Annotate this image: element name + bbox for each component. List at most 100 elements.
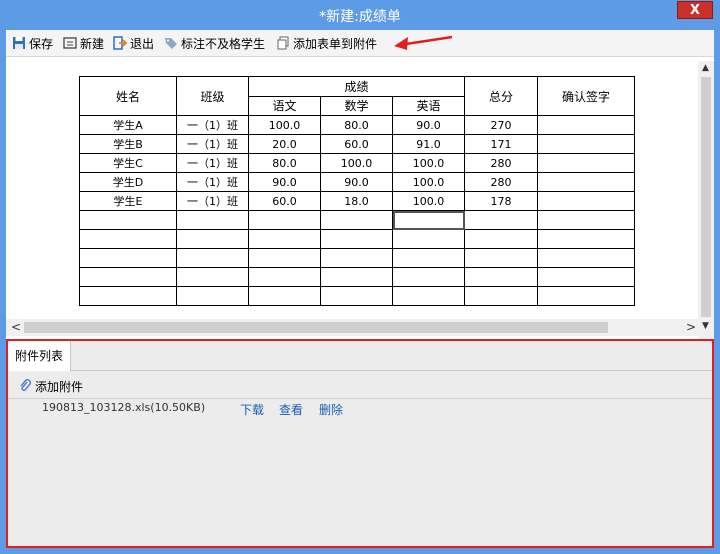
empty-cell[interactable] xyxy=(392,248,465,268)
cell-chinese[interactable]: 20.0 xyxy=(248,134,321,154)
cell-total[interactable]: 280 xyxy=(464,153,538,173)
cell-english[interactable]: 90.0 xyxy=(392,115,465,135)
empty-cell[interactable] xyxy=(464,248,538,268)
cell-sign[interactable] xyxy=(537,134,635,154)
header-name[interactable]: 姓名 xyxy=(79,76,177,116)
cell-chinese[interactable]: 80.0 xyxy=(248,153,321,173)
header-class[interactable]: 班级 xyxy=(176,76,249,116)
empty-cell[interactable] xyxy=(392,286,465,306)
save-button[interactable]: 保存 xyxy=(12,34,53,52)
cell-chinese[interactable]: 100.0 xyxy=(248,115,321,135)
cell-math[interactable]: 100.0 xyxy=(320,153,393,173)
scroll-down-icon[interactable]: ▼ xyxy=(702,321,709,331)
scroll-right-icon[interactable]: > xyxy=(686,321,696,333)
cell-sign[interactable] xyxy=(537,153,635,173)
empty-cell[interactable] xyxy=(176,229,249,249)
close-button[interactable]: X xyxy=(677,1,713,19)
cell-name[interactable]: 学生E xyxy=(79,191,177,211)
empty-cell[interactable] xyxy=(320,210,393,230)
tab-attachment-list[interactable]: 附件列表 xyxy=(8,341,71,371)
cell-total[interactable]: 178 xyxy=(464,191,538,211)
empty-cell[interactable] xyxy=(248,210,321,230)
empty-cell[interactable] xyxy=(79,210,177,230)
empty-cell[interactable] xyxy=(320,248,393,268)
horizontal-scrollbar[interactable]: < > xyxy=(6,319,698,336)
header-sign[interactable]: 确认签字 xyxy=(537,76,635,116)
add-attachment-button[interactable]: 添加附件 xyxy=(18,377,83,395)
empty-cell[interactable] xyxy=(176,267,249,287)
view-link[interactable]: 查看 xyxy=(279,401,303,418)
cell-name[interactable]: 学生D xyxy=(79,172,177,192)
cell-class[interactable]: 一（1）班 xyxy=(176,172,249,192)
empty-cell[interactable] xyxy=(537,210,635,230)
empty-cell[interactable] xyxy=(79,286,177,306)
cell-chinese[interactable]: 60.0 xyxy=(248,191,321,211)
cell-name[interactable]: 学生A xyxy=(79,115,177,135)
empty-cell[interactable] xyxy=(537,229,635,249)
header-total[interactable]: 总分 xyxy=(464,76,538,116)
cell-chinese[interactable]: 90.0 xyxy=(248,172,321,192)
download-link[interactable]: 下载 xyxy=(240,401,264,418)
empty-cell[interactable] xyxy=(320,267,393,287)
empty-cell[interactable] xyxy=(176,248,249,268)
header-english[interactable]: 英语 xyxy=(392,95,465,116)
empty-cell[interactable] xyxy=(537,286,635,306)
cell-class[interactable]: 一（1）班 xyxy=(176,153,249,173)
vertical-scrollbar[interactable]: ▲ ▼ xyxy=(698,61,714,352)
empty-cell[interactable] xyxy=(537,248,635,268)
empty-cell[interactable] xyxy=(464,286,538,306)
empty-cell[interactable] xyxy=(464,267,538,287)
header-chinese[interactable]: 语文 xyxy=(248,95,321,116)
empty-cell[interactable] xyxy=(320,229,393,249)
empty-cell[interactable] xyxy=(248,229,321,249)
empty-cell[interactable] xyxy=(248,286,321,306)
cell-total[interactable]: 270 xyxy=(464,115,538,135)
horizontal-scroll-thumb[interactable] xyxy=(24,322,608,333)
empty-cell[interactable] xyxy=(320,286,393,306)
empty-row xyxy=(79,267,635,287)
empty-cell[interactable] xyxy=(248,248,321,268)
mark-fail-button[interactable]: 标注不及格学生 xyxy=(164,34,265,52)
cell-name[interactable]: 学生B xyxy=(79,134,177,154)
cell-english[interactable]: 100.0 xyxy=(392,153,465,173)
empty-cell[interactable] xyxy=(176,210,249,230)
cell-english[interactable]: 100.0 xyxy=(392,172,465,192)
cell-english[interactable]: 91.0 xyxy=(392,134,465,154)
new-button[interactable]: 新建 xyxy=(63,34,104,52)
empty-cell[interactable] xyxy=(79,267,177,287)
selected-cell[interactable] xyxy=(392,210,465,230)
empty-cell[interactable] xyxy=(79,229,177,249)
header-score[interactable]: 成绩 xyxy=(248,76,465,97)
header-math[interactable]: 数学 xyxy=(320,95,393,116)
cell-sign[interactable] xyxy=(537,172,635,192)
add-to-attachment-button[interactable]: 添加表单到附件 xyxy=(276,34,377,52)
cell-total[interactable]: 171 xyxy=(464,134,538,154)
cell-sign[interactable] xyxy=(537,115,635,135)
cell-math[interactable]: 80.0 xyxy=(320,115,393,135)
cell-math[interactable]: 60.0 xyxy=(320,134,393,154)
spreadsheet-area[interactable]: 姓名 班级 成绩 总分 确认签字 语文 数学 英语 学生A 一（1）班 100.… xyxy=(6,57,714,352)
empty-cell[interactable] xyxy=(176,286,249,306)
cell-sign[interactable] xyxy=(537,191,635,211)
scroll-up-icon[interactable]: ▲ xyxy=(702,63,709,73)
cell-name[interactable]: 学生C xyxy=(79,153,177,173)
exit-button[interactable]: 退出 xyxy=(113,34,154,52)
empty-cell[interactable] xyxy=(248,267,321,287)
empty-cell[interactable] xyxy=(464,210,538,230)
empty-cell[interactable] xyxy=(392,229,465,249)
cell-english[interactable]: 100.0 xyxy=(392,191,465,211)
empty-cell[interactable] xyxy=(79,248,177,268)
cell-class[interactable]: 一（1）班 xyxy=(176,134,249,154)
vertical-scroll-thumb[interactable] xyxy=(701,77,711,317)
delete-link[interactable]: 删除 xyxy=(319,401,343,418)
cell-class[interactable]: 一（1）班 xyxy=(176,191,249,211)
empty-cell[interactable] xyxy=(464,229,538,249)
empty-cell[interactable] xyxy=(537,267,635,287)
scroll-left-icon[interactable]: < xyxy=(11,321,21,333)
cell-class[interactable]: 一（1）班 xyxy=(176,115,249,135)
cell-math[interactable]: 90.0 xyxy=(320,172,393,192)
cell-math[interactable]: 18.0 xyxy=(320,191,393,211)
empty-cell[interactable] xyxy=(392,267,465,287)
cell-total[interactable]: 280 xyxy=(464,172,538,192)
grade-table[interactable]: 姓名 班级 成绩 总分 确认签字 语文 数学 英语 学生A 一（1）班 100.… xyxy=(79,76,635,306)
